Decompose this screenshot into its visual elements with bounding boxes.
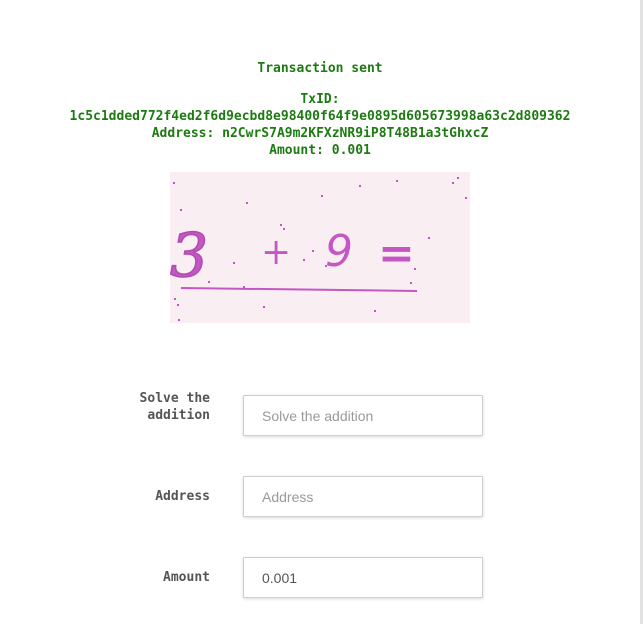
captcha-noise bbox=[173, 177, 467, 321]
txid-label: TxID: bbox=[300, 92, 340, 107]
transaction-status-title: Transaction sent bbox=[257, 61, 383, 76]
amount-info: Amount: 0.001 bbox=[269, 143, 371, 158]
captcha-image: 3 + 9 = bbox=[170, 172, 470, 323]
captcha-digit-1: 3 bbox=[170, 221, 208, 291]
captcha-equals: = bbox=[378, 228, 415, 279]
captcha-strike-line bbox=[180, 287, 418, 292]
txid-value: 1c5c1dded772f4ed2f6d9ecbd8e98400f64f9e08… bbox=[69, 109, 571, 124]
captcha-graphic: 3 + 9 = bbox=[170, 177, 467, 321]
amount-label: Amount bbox=[163, 570, 210, 585]
amount-input[interactable] bbox=[243, 557, 483, 598]
captcha-operator: + bbox=[261, 232, 291, 273]
captcha-answer-input[interactable] bbox=[243, 395, 483, 436]
captcha-answer-label: Solve the addition bbox=[139, 391, 210, 423]
captcha-digit-2: 9 bbox=[325, 226, 353, 277]
address-input[interactable] bbox=[243, 476, 483, 517]
address-label: Address bbox=[155, 489, 210, 504]
address-info: Address: n2CwrS7A9m2KFXzNR9iP8T48B1a3tGh… bbox=[151, 126, 489, 141]
